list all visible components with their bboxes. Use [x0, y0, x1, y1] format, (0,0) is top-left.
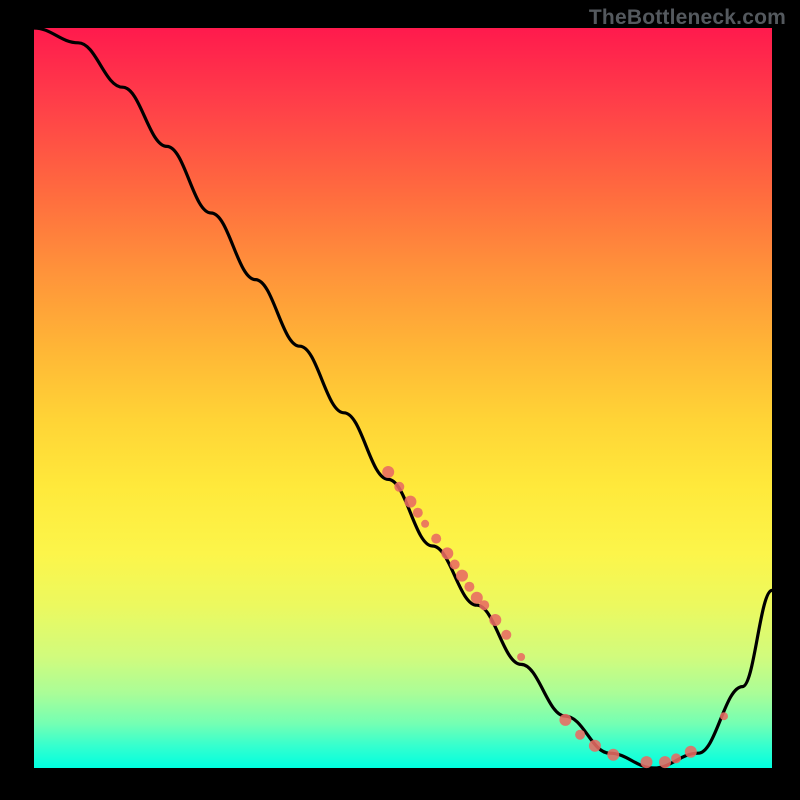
- watermark-text: TheBottleneck.com: [589, 6, 786, 30]
- chart-area: [34, 28, 772, 768]
